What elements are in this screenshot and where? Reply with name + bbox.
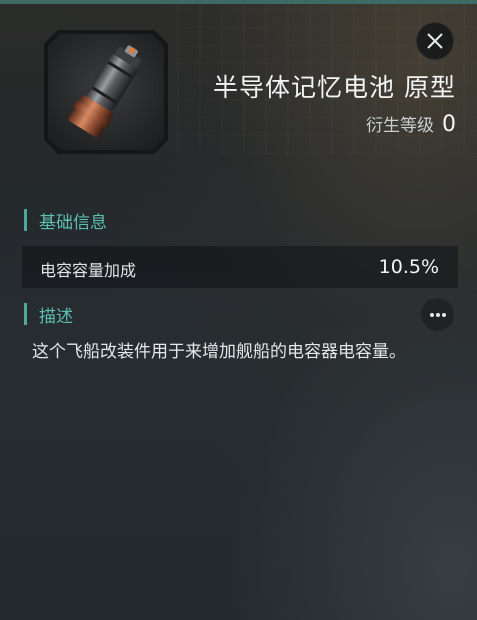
item-icon-frame [44,30,168,154]
close-button[interactable] [416,22,454,60]
description-text: 这个飞船改装件用于来增加舰船的电容器电容量。 [32,342,406,362]
battery-capacitor-icon [48,34,164,150]
section-accent-bar [24,209,27,231]
item-title: 半导体记忆电池 原型 [213,73,456,102]
close-icon [427,33,443,49]
item-detail-panel: 半导体记忆电池 原型 衍生等级 0 基础信息 电容容量加成 10.5% 描述 这… [0,0,477,620]
section-description: 描述 [24,303,73,327]
section-accent-bar [24,303,27,325]
derive-level-label: 衍生等级 [366,116,434,136]
derive-level-value: 0 [442,112,456,137]
more-options-button[interactable] [420,297,455,332]
section-title-description: 描述 [39,306,73,327]
section-title-basic-info: 基础信息 [39,212,107,233]
stat-label: 电容容量加成 [40,261,137,280]
derive-level: 衍生等级 0 [366,111,456,137]
stat-value: 10.5% [378,256,439,278]
section-basic-info: 基础信息 [24,209,107,233]
stat-row: 电容容量加成 10.5% [22,246,458,288]
